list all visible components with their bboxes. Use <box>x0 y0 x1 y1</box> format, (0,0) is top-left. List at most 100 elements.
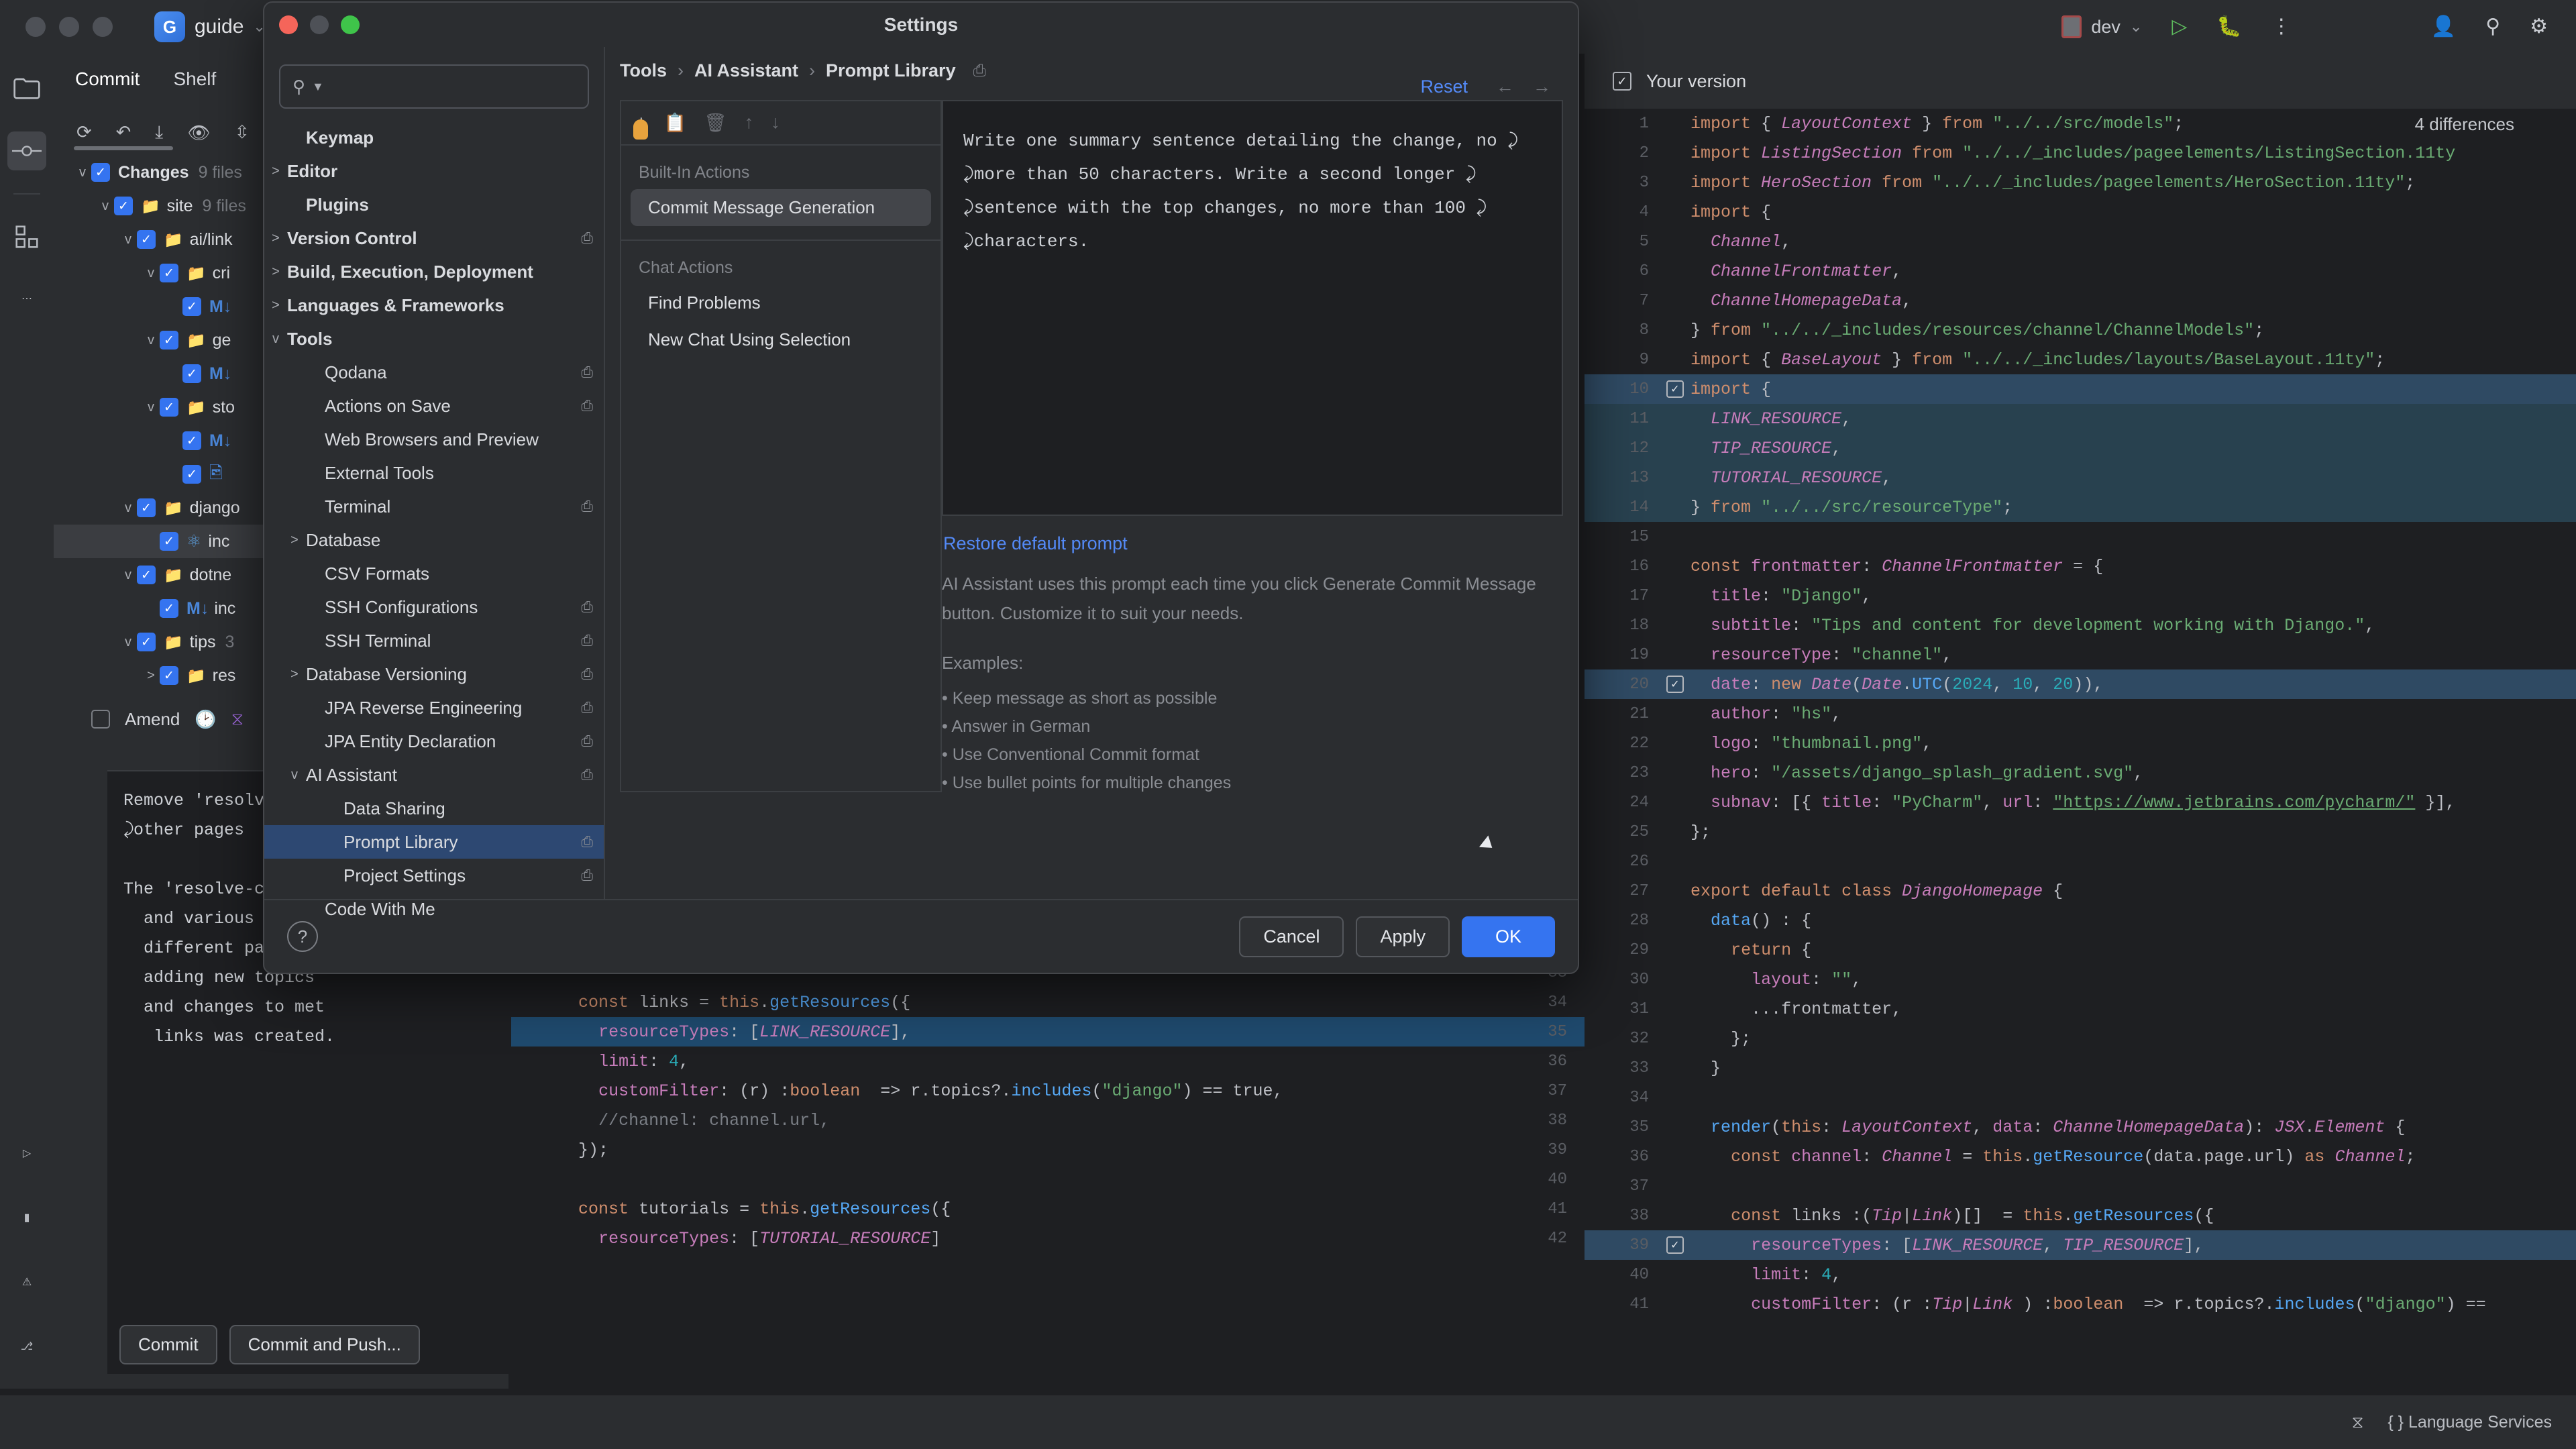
sidebar-item-languages-frameworks[interactable]: >Languages & Frameworks <box>264 288 604 322</box>
move-down-icon[interactable]: ↓ <box>771 112 780 133</box>
project-selector[interactable]: G guide ⌄ <box>145 7 275 46</box>
forward-arrow-icon[interactable]: → <box>1533 76 1551 97</box>
tree-twisty[interactable]: v <box>142 400 160 415</box>
row-checkbox[interactable]: ✓ <box>114 197 133 215</box>
tree-twisty[interactable]: > <box>264 298 287 313</box>
ai-assistant-icon[interactable]: ⧖ <box>231 708 244 730</box>
window-traffic-lights[interactable] <box>25 17 113 37</box>
code-line[interactable]: 26 <box>1585 847 2576 876</box>
code-line[interactable]: 41 customFilter: (r :Tip|Link ) :boolean… <box>1585 1289 2576 1319</box>
code-line[interactable]: 10✓import { <box>1585 374 2576 404</box>
code-line[interactable]: 3import HeroSection from "../../_include… <box>1585 168 2576 197</box>
code-line[interactable]: 18 subtitle: "Tips and content for devel… <box>1585 610 2576 640</box>
row-checkbox[interactable]: ✓ <box>160 331 178 350</box>
code-line[interactable]: resourceTypes: [LINK_RESOURCE],35 <box>511 1017 1585 1046</box>
action-item-commit-message-generation[interactable]: Commit Message Generation <box>631 189 931 226</box>
tree-twisty[interactable]: v <box>142 333 160 348</box>
sidebar-item-data-sharing[interactable]: Data Sharing <box>264 792 604 825</box>
row-checkbox[interactable]: ✓ <box>137 633 156 651</box>
commit-icon[interactable] <box>7 131 46 170</box>
sidebar-item-database[interactable]: >Database <box>264 523 604 557</box>
code-line[interactable]: 19 resourceType: "channel", <box>1585 640 2576 669</box>
chevron-down-icon[interactable]: ⌄ <box>2130 18 2142 36</box>
refresh-icon[interactable]: ⟳ <box>76 122 92 144</box>
sidebar-item-editor[interactable]: >Editor <box>264 154 604 188</box>
sidebar-item-web-browsers-and-preview[interactable]: Web Browsers and Preview <box>264 423 604 456</box>
tree-twisty[interactable]: > <box>264 264 287 280</box>
intention-bulb-icon[interactable] <box>633 119 648 140</box>
code-line[interactable]: 20✓ date: new Date(Date.UTC(2024, 10, 20… <box>1585 669 2576 699</box>
close-window-button[interactable] <box>25 17 46 37</box>
ok-button[interactable]: OK <box>1462 916 1555 957</box>
code-line[interactable]: 9import { BaseLayout } from "../../_incl… <box>1585 345 2576 374</box>
code-line[interactable]: 27export default class DjangoHomepage { <box>1585 876 2576 906</box>
code-line[interactable]: 40 <box>511 1165 1585 1194</box>
tree-twisty[interactable]: v <box>119 568 137 583</box>
row-checkbox[interactable]: ✓ <box>182 364 201 383</box>
more-vertical-icon[interactable]: ⋮ <box>2271 17 2292 37</box>
tree-twisty[interactable]: v <box>119 232 137 248</box>
row-checkbox[interactable]: ✓ <box>160 398 178 417</box>
maximize-window-button[interactable] <box>93 17 113 37</box>
code-line[interactable]: 8} from "../../_includes/resources/chann… <box>1585 315 2576 345</box>
code-line[interactable]: 36 const channel: Channel = this.getReso… <box>1585 1142 2576 1171</box>
sidebar-item-terminal[interactable]: Terminal⎙ <box>264 490 604 523</box>
tree-twisty[interactable]: > <box>283 533 306 548</box>
code-line[interactable]: 40 limit: 4, <box>1585 1260 2576 1289</box>
search-icon[interactable]: ⚲ <box>2485 17 2500 37</box>
ai-assistant-icon[interactable]: ⧖ <box>2352 1413 2364 1432</box>
run-configuration-selector[interactable]: dev ⌄ <box>2061 15 2142 38</box>
code-line[interactable]: customFilter: (r) :boolean => r.topics?.… <box>511 1076 1585 1106</box>
language-services-label[interactable]: { } Language Services <box>2387 1413 2552 1432</box>
settings-search-box[interactable]: ⚲ ▼ <box>279 64 589 109</box>
code-line[interactable]: 23 hero: "/assets/django_splash_gradient… <box>1585 758 2576 788</box>
code-line[interactable]: //channel: channel.url,38 <box>511 1106 1585 1135</box>
tree-twisty[interactable]: v <box>97 199 114 214</box>
row-checkbox[interactable]: ✓ <box>137 498 156 517</box>
sidebar-item-plugins[interactable]: Plugins <box>264 188 604 221</box>
code-line[interactable]: 16const frontmatter: ChannelFrontmatter … <box>1585 551 2576 581</box>
row-checkbox[interactable]: ✓ <box>137 230 156 249</box>
code-line[interactable]: 13 TUTORIAL_RESOURCE, <box>1585 463 2576 492</box>
row-checkbox[interactable]: ✓ <box>182 431 201 450</box>
preview-diff-icon[interactable]: 👁 <box>187 122 210 144</box>
code-line[interactable]: 6 ChannelFrontmatter, <box>1585 256 2576 286</box>
tree-twisty[interactable]: v <box>119 635 137 650</box>
sidebar-item-tools[interactable]: vTools <box>264 322 604 356</box>
settings-search-input[interactable] <box>331 76 576 97</box>
sidebar-item-external-tools[interactable]: External Tools <box>264 456 604 490</box>
breadcrumb-tools[interactable]: Tools <box>620 60 667 81</box>
row-checkbox[interactable]: ✓ <box>160 264 178 282</box>
move-up-icon[interactable]: ↑ <box>745 112 754 133</box>
settings-gear-icon[interactable]: ⚙ <box>2530 17 2548 37</box>
sidebar-item-ai-assistant[interactable]: vAI Assistant⎙ <box>264 758 604 792</box>
sidebar-item-ssh-configurations[interactable]: SSH Configurations⎙ <box>264 590 604 624</box>
code-line[interactable]: resourceTypes: [TUTORIAL_RESOURCE]42 <box>511 1224 1585 1253</box>
terminal-icon[interactable]: ▮ <box>7 1198 46 1237</box>
shelve-icon[interactable]: ⤓ <box>155 122 163 144</box>
code-line[interactable]: 28 data() : { <box>1585 906 2576 935</box>
code-line[interactable]: 30 layout: "", <box>1585 965 2576 994</box>
code-line[interactable]: 35 render(this: LayoutContext, data: Cha… <box>1585 1112 2576 1142</box>
minimize-window-button[interactable] <box>59 17 79 37</box>
diff-gutter-marker[interactable]: ✓ <box>1660 676 1690 693</box>
sidebar-item-ssh-terminal[interactable]: SSH Terminal⎙ <box>264 624 604 657</box>
sidebar-item-code-with-me[interactable]: Code With Me <box>264 892 604 926</box>
row-checkbox[interactable]: ✓ <box>160 666 178 685</box>
sidebar-item-version-control[interactable]: >Version Control⎙ <box>264 221 604 255</box>
run-icon[interactable]: ▷ <box>2171 17 2187 37</box>
cancel-button[interactable]: Cancel <box>1239 916 1344 957</box>
code-line[interactable]: 31 ...frontmatter, <box>1585 994 2576 1024</box>
tree-twisty[interactable]: v <box>119 500 137 516</box>
code-line[interactable]: 15 <box>1585 522 2576 551</box>
sidebar-item-prompt-library[interactable]: Prompt Library⎙ <box>264 825 604 859</box>
sidebar-item-jpa-entity-declaration[interactable]: JPA Entity Declaration⎙ <box>264 724 604 758</box>
diff-gutter-marker[interactable]: ✓ <box>1660 1236 1690 1254</box>
code-line[interactable]: 38 const links :(Tip|Link)[] = this.getR… <box>1585 1201 2576 1230</box>
sidebar-item-qodana[interactable]: Qodana⎙ <box>264 356 604 389</box>
code-line[interactable]: limit: 4,36 <box>511 1046 1585 1076</box>
project-folder-icon[interactable] <box>7 70 46 109</box>
sidebar-item-jpa-reverse-engineering[interactable]: JPA Reverse Engineering⎙ <box>264 691 604 724</box>
expand-collapse-icon[interactable]: ⇳ <box>234 122 250 144</box>
sidebar-item-csv-formats[interactable]: CSV Formats <box>264 557 604 590</box>
